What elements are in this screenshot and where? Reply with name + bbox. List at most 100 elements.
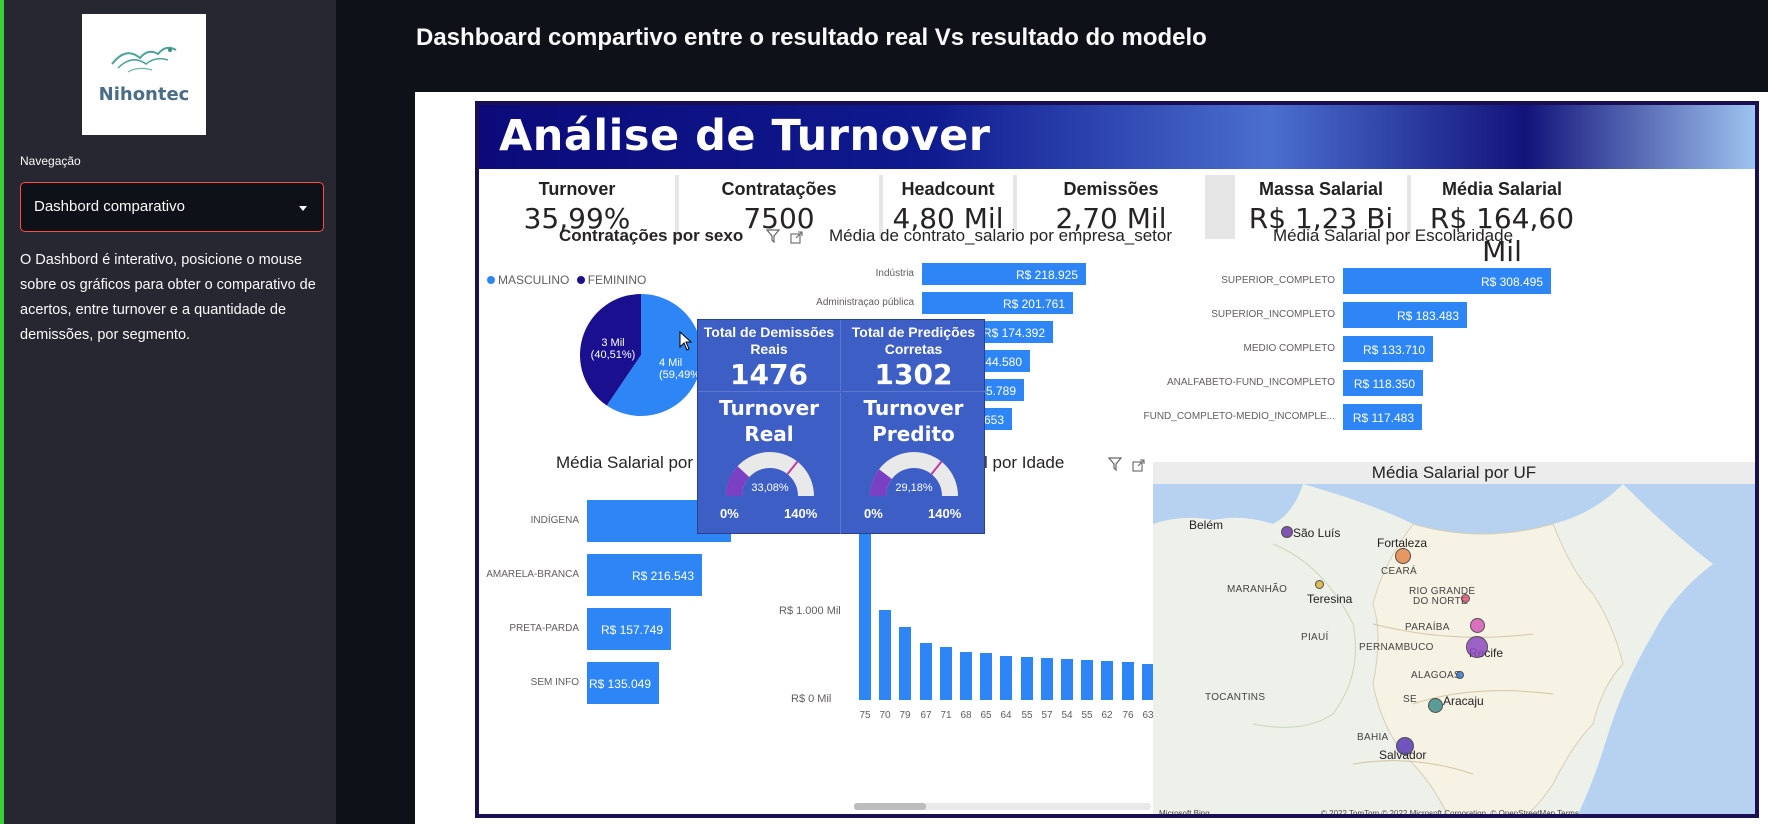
app-window: Nihontec Navegação Dashbord comparativo …	[0, 0, 1768, 824]
chevron-down-icon	[299, 206, 307, 211]
nav-select[interactable]: Dashbord comparativo	[20, 182, 324, 232]
tooltip-label: Total de Predições Corretas	[851, 324, 976, 357]
pie-legend: MASCULINO FEMININO	[487, 273, 646, 287]
map-bubble[interactable]	[1395, 548, 1411, 564]
logo-text: Nihontec	[98, 84, 190, 105]
state-label: SE	[1403, 694, 1417, 705]
legend-dot	[576, 276, 585, 284]
report-canvas[interactable]: Análise de Turnover Turnover 35,99% Cont…	[475, 101, 1759, 818]
tooltip-value: 1302	[874, 357, 953, 391]
gauge-value: 33,08%	[751, 482, 789, 494]
bar[interactable]: R$ 133.710	[1343, 336, 1433, 362]
tooltip-cell: Total de Predições Corretas 1302	[842, 320, 985, 392]
bar[interactable]	[879, 610, 891, 700]
mouse-cursor-icon	[679, 331, 693, 351]
nav-select-value: Dashbord comparativo	[34, 198, 185, 215]
sidebar-description: O Dashbord é interativo, posicione o mou…	[20, 252, 316, 343]
pie-title: Contratações por sexo	[559, 226, 744, 245]
x-tick-label: 68	[960, 710, 972, 721]
state-label: CEARÁ	[1381, 566, 1417, 577]
bar[interactable]: R$ 201.761	[922, 292, 1073, 314]
city-label: Teresina	[1307, 592, 1353, 606]
bar[interactable]	[980, 653, 992, 700]
map-bubble[interactable]	[1281, 526, 1293, 538]
state-label: TOCANTINS	[1205, 692, 1266, 703]
bar[interactable]	[859, 522, 871, 700]
state-label: PARAÍBA	[1405, 622, 1450, 633]
bar[interactable]	[1081, 660, 1093, 700]
bar-category-label: FUND_COMPLETO-MEDIO_INCOMPLE...	[1143, 411, 1335, 422]
gauge-title: Turnover Predito	[863, 396, 964, 446]
bar[interactable]: R$ 117.483	[1343, 404, 1422, 430]
raca-chart-title: Média Salarial por Ra	[556, 453, 720, 472]
sidebar: Nihontec Navegação Dashbord comparativo …	[4, 0, 336, 824]
map-bubble[interactable]	[1314, 579, 1324, 589]
city-label: Aracaju	[1443, 694, 1484, 708]
bar[interactable]	[920, 643, 932, 700]
pie-slice-value: 3 Mil	[601, 337, 625, 349]
x-tick-label: 55	[1081, 710, 1093, 721]
bar[interactable]: R$ 183.483	[1343, 302, 1467, 328]
bird-logo-icon	[111, 46, 177, 73]
scrollbar-thumb[interactable]	[854, 803, 926, 810]
bar[interactable]	[1101, 661, 1113, 700]
kpi-label: Turnover	[538, 179, 616, 199]
state-label: PIAUÍ	[1301, 632, 1329, 643]
map-bubble[interactable]	[1466, 636, 1488, 658]
focus-mode-icon[interactable]	[790, 231, 803, 244]
filter-icon[interactable]	[1108, 457, 1122, 471]
bar-category-label: MEDIO COMPLETO	[1243, 343, 1336, 354]
report-banner: Análise de Turnover	[479, 105, 1755, 169]
x-tick-label: 62	[1101, 710, 1113, 721]
bar[interactable]: R$ 218.925	[922, 263, 1086, 285]
idade-chart-title: l por Idade	[984, 453, 1065, 472]
focus-mode-icon[interactable]	[1132, 459, 1145, 472]
pie-slice-pct: (40,51%)	[590, 349, 636, 361]
kpi-label: Massa Salarial	[1258, 179, 1384, 199]
map-bubble[interactable]	[1460, 593, 1470, 603]
bar[interactable]	[1021, 657, 1033, 700]
horizontal-scrollbar[interactable]	[854, 803, 1151, 810]
report-title: Análise de Turnover	[499, 111, 991, 161]
gauge-min-label: 0%	[864, 506, 883, 521]
city-label: São Luís	[1293, 526, 1341, 540]
bar[interactable]	[899, 627, 911, 700]
uf-map[interactable]: Média Salarial por UF Belém São Luís Forta…	[1153, 462, 1755, 818]
bar-category-label: SEM INFO	[530, 677, 579, 688]
setor-chart-title: Média de contrato_salario por empresa_se…	[829, 226, 1173, 245]
tooltip-value: 1476	[730, 357, 808, 391]
bar[interactable]: R$ 157.749	[587, 608, 671, 650]
bar-category-label: Indústria	[875, 268, 914, 279]
map-canvas[interactable]	[1153, 484, 1755, 818]
y-tick-label: R$ 0 Mil	[791, 693, 832, 705]
bar-category-label: AMARELA-BRANCA	[486, 569, 579, 580]
bar[interactable]	[1122, 662, 1134, 700]
kpi-label: Contratações	[721, 179, 837, 199]
bar-category-label: ANALFABETO-FUND_INCOMPLETO	[1167, 377, 1335, 388]
bar-category-label: INDÍGENA	[530, 515, 579, 526]
x-tick-label: 79	[899, 710, 911, 721]
bar[interactable]	[940, 647, 952, 700]
state-label: DO NORTE	[1413, 596, 1468, 607]
bar[interactable]	[1000, 656, 1012, 700]
map-bubble[interactable]	[1456, 671, 1464, 679]
bar[interactable]	[1041, 658, 1053, 700]
map-bubble[interactable]	[1469, 617, 1485, 633]
filter-icon[interactable]	[766, 229, 780, 243]
bar[interactable]: R$ 216.543	[587, 554, 702, 596]
bar[interactable]: R$ 135.049	[587, 662, 659, 704]
bar[interactable]	[960, 652, 972, 700]
hover-tooltip: Total de Demissões Reais 1476 Total de P…	[697, 319, 985, 534]
bar-category-label: Administraçao pública	[816, 297, 914, 308]
gauge-max-label: 140%	[928, 506, 962, 521]
x-tick-label: 75	[859, 710, 871, 721]
bar[interactable]: R$ 118.350	[1343, 370, 1423, 396]
x-tick-label: 70	[879, 710, 891, 721]
bar-category-label: PRETA-PARDA	[509, 623, 579, 634]
map-bubble[interactable]	[1396, 737, 1414, 755]
map-copyright[interactable]: © 2022 TomTom © 2022 Microsoft Corporati…	[1321, 809, 1579, 814]
bar[interactable]	[1061, 659, 1073, 700]
map-bubble[interactable]	[1427, 697, 1443, 713]
report-embed[interactable]: Análise de Turnover Turnover 35,99% Cont…	[415, 92, 1768, 824]
bar[interactable]: R$ 308.495	[1343, 268, 1551, 294]
